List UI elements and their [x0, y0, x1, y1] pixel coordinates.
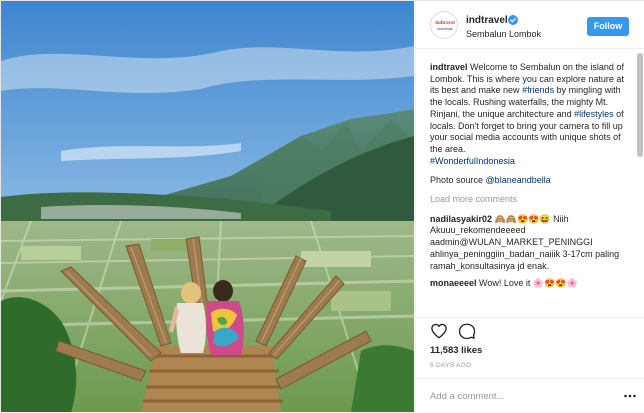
- add-comment-input[interactable]: [430, 388, 600, 404]
- comment-username[interactable]: nadilasyakir02: [430, 214, 492, 224]
- post-actions: 11,583 likes 5 DAYS AGO: [416, 317, 644, 412]
- verified-icon: [508, 15, 518, 25]
- post-header: indtravel indonesia indtravel Sembalun L…: [416, 1, 644, 49]
- comment-item: nadilasyakir02 🙈🙈😍😍😆 Niih Akuuu_rekomend…: [430, 214, 628, 273]
- hashtag-lifestyles[interactable]: #lifestyles: [574, 109, 614, 119]
- landscape-image: [1, 1, 414, 412]
- comment-username[interactable]: monaeeeel: [430, 278, 477, 288]
- avatar-logo-text: indtravel: [435, 21, 455, 26]
- avatar-logo-subtext: indonesia: [437, 27, 453, 31]
- load-more-comments-link[interactable]: Load more comments: [430, 194, 628, 206]
- follow-button[interactable]: Follow: [587, 17, 629, 36]
- photo-source: Photo source @blaneandbella: [430, 175, 628, 187]
- location-link[interactable]: Sembalun Lombok: [466, 29, 541, 39]
- heart-icon[interactable]: [430, 322, 448, 340]
- post-caption: indtravel Welcome to Sembalun on the isl…: [430, 62, 628, 167]
- post-photo[interactable]: [1, 1, 414, 412]
- scrollbar-thumb[interactable]: [637, 53, 643, 157]
- comment-text: Wow! Love it 🌸😍😍🌸: [476, 278, 578, 289]
- more-icon[interactable]: [623, 389, 637, 403]
- post-timestamp[interactable]: 5 DAYS AGO: [430, 362, 472, 369]
- post-panel: indtravel indonesia indtravel Sembalun L…: [415, 1, 644, 412]
- photo-source-label: Photo source: [430, 175, 486, 186]
- hashtag-wonderful-indonesia[interactable]: #WonderfulIndonesia: [430, 156, 515, 166]
- comment-icon[interactable]: [458, 322, 476, 340]
- comment-item: monaeeeel Wow! Love it 🌸😍😍🌸: [430, 278, 628, 290]
- likes-count[interactable]: 11,583 likes: [430, 345, 482, 356]
- add-comment-bar: [416, 378, 644, 413]
- comments-section: indtravel Welcome to Sembalun on the isl…: [416, 49, 638, 317]
- header-username[interactable]: indtravel: [466, 15, 508, 26]
- hashtag-friends[interactable]: #friends: [522, 85, 554, 95]
- caption-username[interactable]: indtravel: [430, 62, 468, 72]
- photo-source-handle[interactable]: @blaneandbella: [486, 175, 551, 185]
- instagram-post: indtravel indonesia indtravel Sembalun L…: [0, 0, 644, 412]
- comments-scrollbar[interactable]: [637, 53, 643, 315]
- avatar[interactable]: indtravel indonesia: [430, 11, 458, 39]
